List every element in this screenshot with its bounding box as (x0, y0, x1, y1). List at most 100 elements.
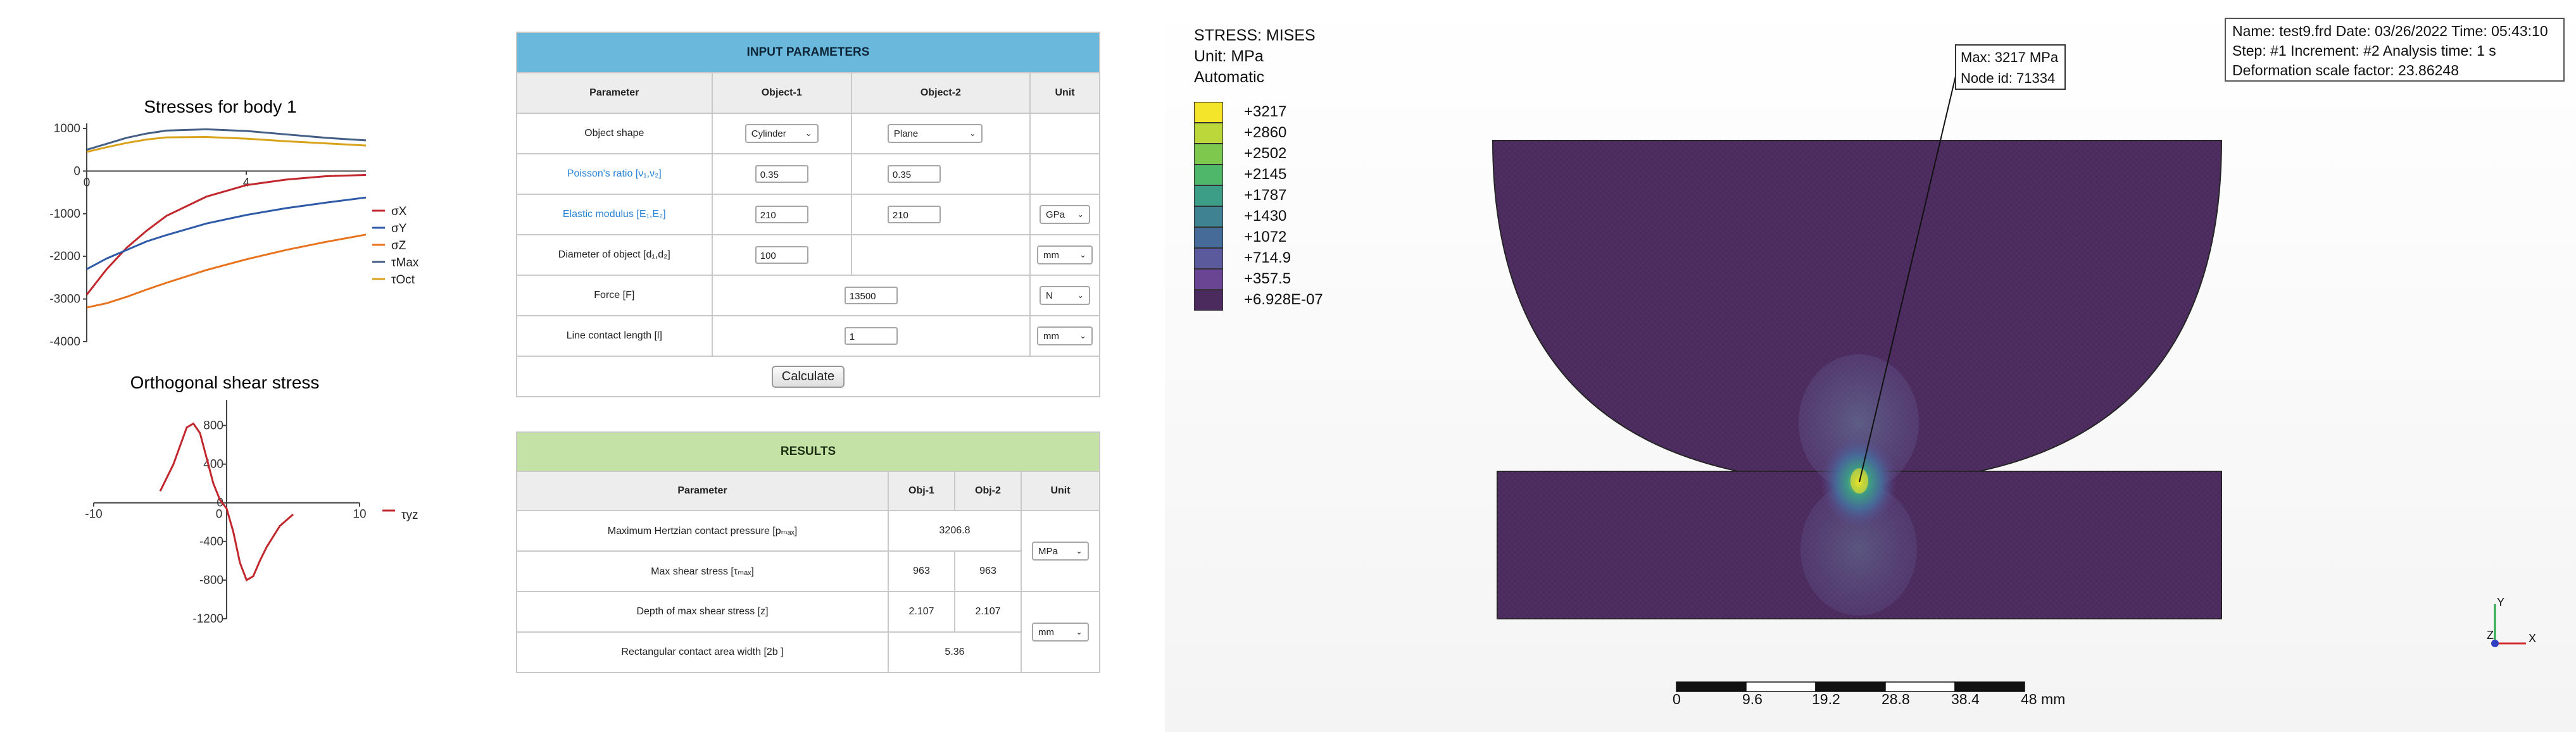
scale-segment (1676, 681, 1747, 692)
poisson-link[interactable]: Poisson's ratio [ν₁,ν₂] (516, 153, 713, 195)
chevron-down-icon: ⌄ (969, 128, 976, 138)
chevron-down-icon: ⌄ (1077, 290, 1084, 300)
y-tick-label: 1000 (54, 122, 80, 135)
diameter-unit-select[interactable]: mm ⌄ (1037, 245, 1093, 264)
chart1-title: Stresses for body 1 (144, 97, 296, 116)
scale-label: 28.8 (1882, 691, 1910, 707)
width-value: 5.36 (888, 631, 1022, 673)
chart2-legend: τyz (382, 509, 418, 522)
chevron-down-icon: ⌄ (1076, 546, 1083, 555)
series-line-σX (85, 173, 367, 295)
y-tick-label: -3000 (49, 293, 80, 306)
length-result-unit-select[interactable]: mm ⌄ (1032, 623, 1089, 642)
length-input[interactable]: 1 (844, 327, 898, 345)
col-parameter: Parameter (516, 471, 889, 511)
x-tick-label: 0 (216, 508, 223, 521)
depth1-value: 2.107 (888, 591, 955, 633)
row-force: Force [F] 13500 N ⌄ (516, 275, 1100, 316)
row-diameter: Diameter of object [d₁,d₂] 100 mm ⌄ (516, 234, 1100, 276)
chart2-plot: 8004000-400-800-1200-10 0 10 (85, 400, 367, 626)
scale-label: 38.4 (1951, 691, 1980, 707)
scale-segment (1815, 681, 1886, 692)
scale-label: 19.2 (1812, 691, 1840, 707)
y-tick-label: -400 (199, 535, 223, 549)
y-tick-label: -4000 (49, 335, 80, 349)
max-value-box: Max: 3217 MPa Node id: 71334 (1955, 44, 2066, 90)
force-unit-select[interactable]: N ⌄ (1040, 286, 1090, 305)
pressure-unit-select[interactable]: MPa ⌄ (1032, 542, 1089, 561)
chevron-down-icon: ⌄ (1077, 209, 1084, 219)
chevron-down-icon: ⌄ (805, 128, 812, 138)
axis-z-label: Z (2487, 629, 2494, 642)
fea-viewer[interactable]: STRESS: MISES Unit: MPa Automatic +3217 +… (1165, 0, 2576, 732)
scale-label: 9.6 (1742, 691, 1762, 707)
col-object2: Object-2 (850, 72, 1031, 114)
elastic-link[interactable]: Elastic modulus [E₁,E₂] (516, 194, 713, 235)
chart1-plot: 1000 0 -1000 -2000 -3000 -4000 0 4 (49, 122, 367, 349)
col-object1: Object-1 (711, 72, 852, 114)
force-input[interactable]: 13500 (844, 287, 898, 304)
elastic-unit-select[interactable]: GPa ⌄ (1040, 205, 1090, 224)
shape2-select[interactable]: Plane ⌄ (887, 124, 983, 143)
scale-label: 0 (1673, 691, 1681, 707)
x-tick-label: 0 (84, 176, 91, 189)
results-title: RESULTS (516, 431, 1100, 472)
axis-x-label: X (2529, 632, 2536, 645)
poisson2-input[interactable]: 0.35 (887, 165, 941, 183)
row-label: Max shear stress [τₘₐₓ] (516, 550, 889, 592)
input-title: INPUT PARAMETERS (516, 32, 1100, 73)
col-unit: Unit (1029, 72, 1100, 114)
chart1-legend: σX σY σZ τMax τOct (372, 205, 419, 287)
chevron-down-icon: ⌄ (1079, 250, 1086, 259)
row-elastic: Elastic modulus [E₁,E₂] 210 210 GPa ⌄ (516, 194, 1100, 235)
row-label: Force [F] (516, 275, 713, 316)
legend-label: τMax (391, 256, 419, 270)
series-line-τOct (86, 135, 367, 153)
shape1-select[interactable]: Cylinder ⌄ (745, 124, 819, 143)
series-line-τMax (86, 128, 367, 151)
pmax-value: 3206.8 (888, 510, 1022, 552)
col-obj2: Obj-2 (954, 471, 1022, 511)
stress-chart: Stresses for body 1 1000 0 -1000 -2000 -3000… (49, 97, 419, 349)
row-label: Line contact length [l] (516, 315, 713, 357)
row-width: Rectangular contact area width [2b ] 5.3… (516, 631, 1100, 673)
x-tick-label: 10 (353, 508, 366, 521)
y-tick-label: -1000 (49, 208, 80, 221)
chart2-title: Orthogonal shear stress (130, 373, 320, 392)
chevron-down-icon: ⌄ (1076, 627, 1083, 636)
diameter1-input[interactable]: 100 (755, 246, 808, 264)
max-node-line: Node id: 71334 (1961, 70, 2056, 86)
row-tau: Max shear stress [τₘₐₓ] 963 963 (516, 550, 1100, 592)
elastic2-input[interactable]: 210 (887, 206, 941, 223)
calculate-button[interactable]: Calculate (771, 365, 845, 388)
chevron-down-icon: ⌄ (1079, 331, 1086, 340)
y-tick-label: -1200 (192, 612, 223, 626)
model-view[interactable]: Y Z X (1165, 0, 2576, 732)
shear-chart: Orthogonal shear stress 8004000-400-800-… (85, 373, 418, 626)
y-tick-label: 0 (73, 164, 80, 178)
legend-label: τOct (391, 273, 415, 287)
row-label: Depth of max shear stress [z] (516, 591, 889, 633)
col-obj1: Obj-1 (888, 471, 955, 511)
poisson1-input[interactable]: 0.35 (755, 165, 808, 183)
calculator-panel: Stresses for body 1 1000 0 -1000 -2000 -3000… (0, 0, 1165, 732)
y-tick-label: 800 (203, 419, 223, 433)
tau2-value: 963 (954, 550, 1022, 592)
y-tick-label: -800 (199, 574, 223, 587)
length-unit-select[interactable]: mm ⌄ (1037, 326, 1093, 345)
legend-label: σX (391, 205, 407, 218)
col-parameter: Parameter (516, 72, 713, 114)
elastic1-input[interactable]: 210 (755, 206, 808, 223)
col-unit: Unit (1021, 471, 1100, 511)
y-tick-label: -2000 (49, 250, 80, 263)
scale-bar (1676, 681, 2025, 692)
legend-label: σZ (391, 239, 406, 252)
row-depth: Depth of max shear stress [z] 2.107 2.10… (516, 591, 1100, 673)
row-label: Maximum Hertzian contact pressure [pₘₐₓ] (516, 510, 889, 552)
legend-label: σY (391, 222, 407, 235)
axis-y-label: Y (2497, 596, 2504, 609)
x-tick-label: -10 (85, 508, 102, 521)
series-line-σY (86, 196, 367, 270)
scale-segment (1954, 681, 2025, 692)
results-table: RESULTS Parameter Obj-1 Obj-2 Unit Maxim… (516, 431, 1100, 673)
